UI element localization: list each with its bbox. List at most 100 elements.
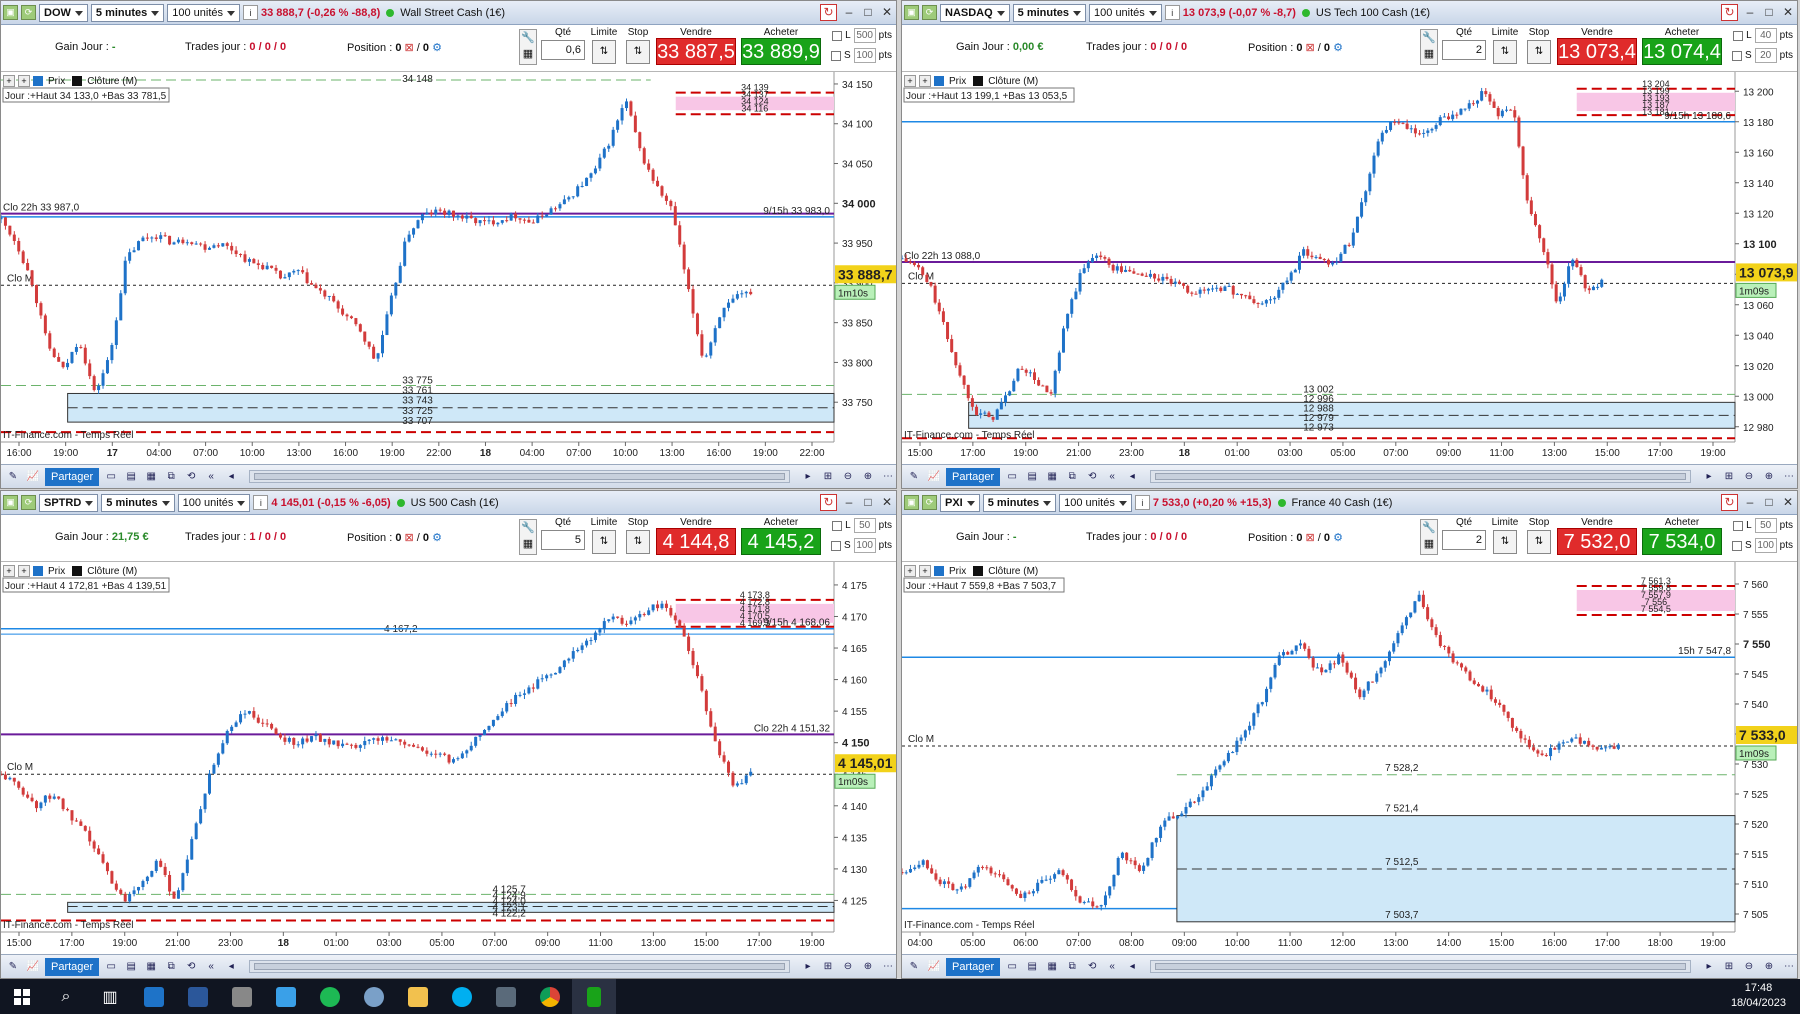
refresh-icon[interactable]: ↻ xyxy=(1721,494,1738,511)
layout-icon[interactable]: ▦ xyxy=(1044,469,1060,485)
alert-icon[interactable]: ⟲ xyxy=(183,959,199,975)
scroll-next-icon[interactable]: ▸ xyxy=(1701,959,1717,975)
settings-icon[interactable]: ⚙ xyxy=(432,532,442,544)
chart-scrollbar[interactable] xyxy=(249,470,790,483)
app-icon-1[interactable] xyxy=(132,979,176,1014)
add-indicator-icon[interactable]: + xyxy=(3,75,15,87)
add-drawing-icon[interactable]: + xyxy=(18,75,30,87)
share-button[interactable]: Partager xyxy=(946,467,1001,486)
scroll-left-icon[interactable]: « xyxy=(203,959,219,975)
limit-order-button[interactable]: ⇅ xyxy=(1493,530,1517,554)
units-select[interactable]: 100 unités xyxy=(1059,493,1132,512)
lock-icon[interactable]: ▣ xyxy=(904,495,919,510)
taskbar-clock[interactable]: 17:48 18/04/2023 xyxy=(1731,981,1786,1011)
refresh-icon[interactable]: ↻ xyxy=(1721,4,1738,21)
more-icon[interactable]: ⋯ xyxy=(880,959,896,975)
qty-input[interactable]: 2 xyxy=(1442,40,1486,60)
lock-icon[interactable]: ▣ xyxy=(3,5,18,20)
limit-checkbox[interactable] xyxy=(1733,520,1744,531)
timeframe-select[interactable]: 5 minutes xyxy=(982,493,1057,512)
units-select[interactable]: 100 unités xyxy=(177,493,251,512)
drawing-tool-icon[interactable]: ✎ xyxy=(906,959,922,975)
drawing-tool-icon[interactable]: ✎ xyxy=(906,469,922,485)
price-chart[interactable]: 7 5607 5557 5507 5457 5407 5357 5307 525… xyxy=(902,562,1797,952)
layout-icon[interactable]: ▦ xyxy=(143,959,159,975)
scroll-next-icon[interactable]: ▸ xyxy=(800,469,816,485)
wrench-icon[interactable]: 🔧 ▦ xyxy=(1420,519,1438,555)
drawing-tool-icon[interactable]: ✎ xyxy=(5,469,21,485)
zoom-out-icon[interactable]: ⊖ xyxy=(840,469,856,485)
maximize-icon[interactable]: □ xyxy=(1762,495,1776,510)
add-indicator-icon[interactable]: + xyxy=(3,565,15,577)
link-icon[interactable]: ⟳ xyxy=(21,5,36,20)
close-icon[interactable]: ✕ xyxy=(880,5,894,20)
lock-icon[interactable]: ▣ xyxy=(3,495,18,510)
qty-input[interactable]: 0,6 xyxy=(541,40,585,60)
stop-points-input[interactable]: 100 xyxy=(1754,538,1777,553)
skype-icon[interactable] xyxy=(440,979,484,1014)
chart-type-icon[interactable]: 📈 xyxy=(926,469,942,485)
symbol-select[interactable]: NASDAQ xyxy=(940,3,1010,22)
sell-button[interactable]: 4 144,8 xyxy=(656,528,736,555)
screenshot-icon[interactable]: ▭ xyxy=(1004,469,1020,485)
zoom-in-icon[interactable]: ⊕ xyxy=(1761,959,1777,975)
qty-input[interactable]: 5 xyxy=(541,530,585,550)
stop-checkbox[interactable] xyxy=(1731,540,1742,551)
chart-scrollbar[interactable] xyxy=(1150,470,1691,483)
stop-points-input[interactable]: 100 xyxy=(853,538,876,553)
chart-scrollbar[interactable] xyxy=(249,960,790,973)
zoom-in-icon[interactable]: ⊕ xyxy=(860,469,876,485)
files-icon[interactable] xyxy=(220,979,264,1014)
buy-button[interactable]: 33 889,9 xyxy=(741,38,821,65)
limit-points-input[interactable]: 50 xyxy=(1754,518,1777,533)
chart-type-icon[interactable]: 📈 xyxy=(25,959,41,975)
info-icon[interactable]: i xyxy=(1164,5,1180,20)
maximize-icon[interactable]: □ xyxy=(1762,5,1776,20)
refresh-icon[interactable]: ↻ xyxy=(820,494,837,511)
chart-type-icon[interactable]: 📈 xyxy=(25,469,41,485)
scroll-next-icon[interactable]: ▸ xyxy=(800,959,816,975)
spotify-icon[interactable] xyxy=(308,979,352,1014)
wrench-icon[interactable]: 🔧 ▦ xyxy=(519,29,537,65)
limit-points-input[interactable]: 40 xyxy=(1754,28,1777,43)
alert-icon[interactable]: ⟲ xyxy=(183,469,199,485)
limit-checkbox[interactable] xyxy=(832,30,843,41)
chart-scrollbar[interactable] xyxy=(1150,960,1691,973)
limit-order-button[interactable]: ⇅ xyxy=(592,40,616,64)
share-button[interactable]: Partager xyxy=(45,467,100,486)
zoom-out-icon[interactable]: ⊖ xyxy=(840,959,856,975)
link-icon[interactable]: ⟳ xyxy=(922,5,937,20)
refresh-icon[interactable]: ↻ xyxy=(820,4,837,21)
minimize-icon[interactable]: – xyxy=(1743,5,1757,20)
qty-input[interactable]: 2 xyxy=(1442,530,1486,550)
chrome-icon[interactable] xyxy=(528,979,572,1014)
indicators-icon[interactable]: ▤ xyxy=(123,469,139,485)
windows-start-icon[interactable] xyxy=(0,979,44,1014)
symbol-select[interactable]: DOW xyxy=(39,3,88,22)
stop-points-input[interactable]: 20 xyxy=(1754,48,1777,63)
add-drawing-icon[interactable]: + xyxy=(919,565,931,577)
screenshot-icon[interactable]: ▭ xyxy=(103,959,119,975)
layout-icon[interactable]: ▦ xyxy=(1044,959,1060,975)
scroll-next-icon[interactable]: ▸ xyxy=(1701,469,1717,485)
drawing-tool-icon[interactable]: ✎ xyxy=(5,959,21,975)
close-icon[interactable]: ✕ xyxy=(880,495,894,510)
zoom-fit-icon[interactable]: ⊞ xyxy=(820,469,836,485)
limit-order-button[interactable]: ⇅ xyxy=(592,530,616,554)
more-icon[interactable]: ⋯ xyxy=(880,469,896,485)
units-select[interactable]: 100 unités xyxy=(1089,3,1162,22)
task-view-icon[interactable]: ▥ xyxy=(88,979,132,1014)
link-icon[interactable]: ⟳ xyxy=(922,495,937,510)
minimize-icon[interactable]: – xyxy=(842,495,856,510)
maximize-icon[interactable]: □ xyxy=(861,5,875,20)
trading-app-icon[interactable] xyxy=(572,979,616,1014)
wrench-icon[interactable]: 🔧 ▦ xyxy=(519,519,537,555)
symbol-select[interactable]: PXI xyxy=(940,493,980,512)
zoom-in-icon[interactable]: ⊕ xyxy=(860,959,876,975)
search-icon[interactable]: ⌕ xyxy=(44,979,88,1014)
calculator-icon[interactable] xyxy=(484,979,528,1014)
stop-checkbox[interactable] xyxy=(830,540,841,551)
compare-icon[interactable]: ⧉ xyxy=(1064,469,1080,485)
scroll-prev-icon[interactable]: ◂ xyxy=(223,469,239,485)
word-icon[interactable] xyxy=(176,979,220,1014)
